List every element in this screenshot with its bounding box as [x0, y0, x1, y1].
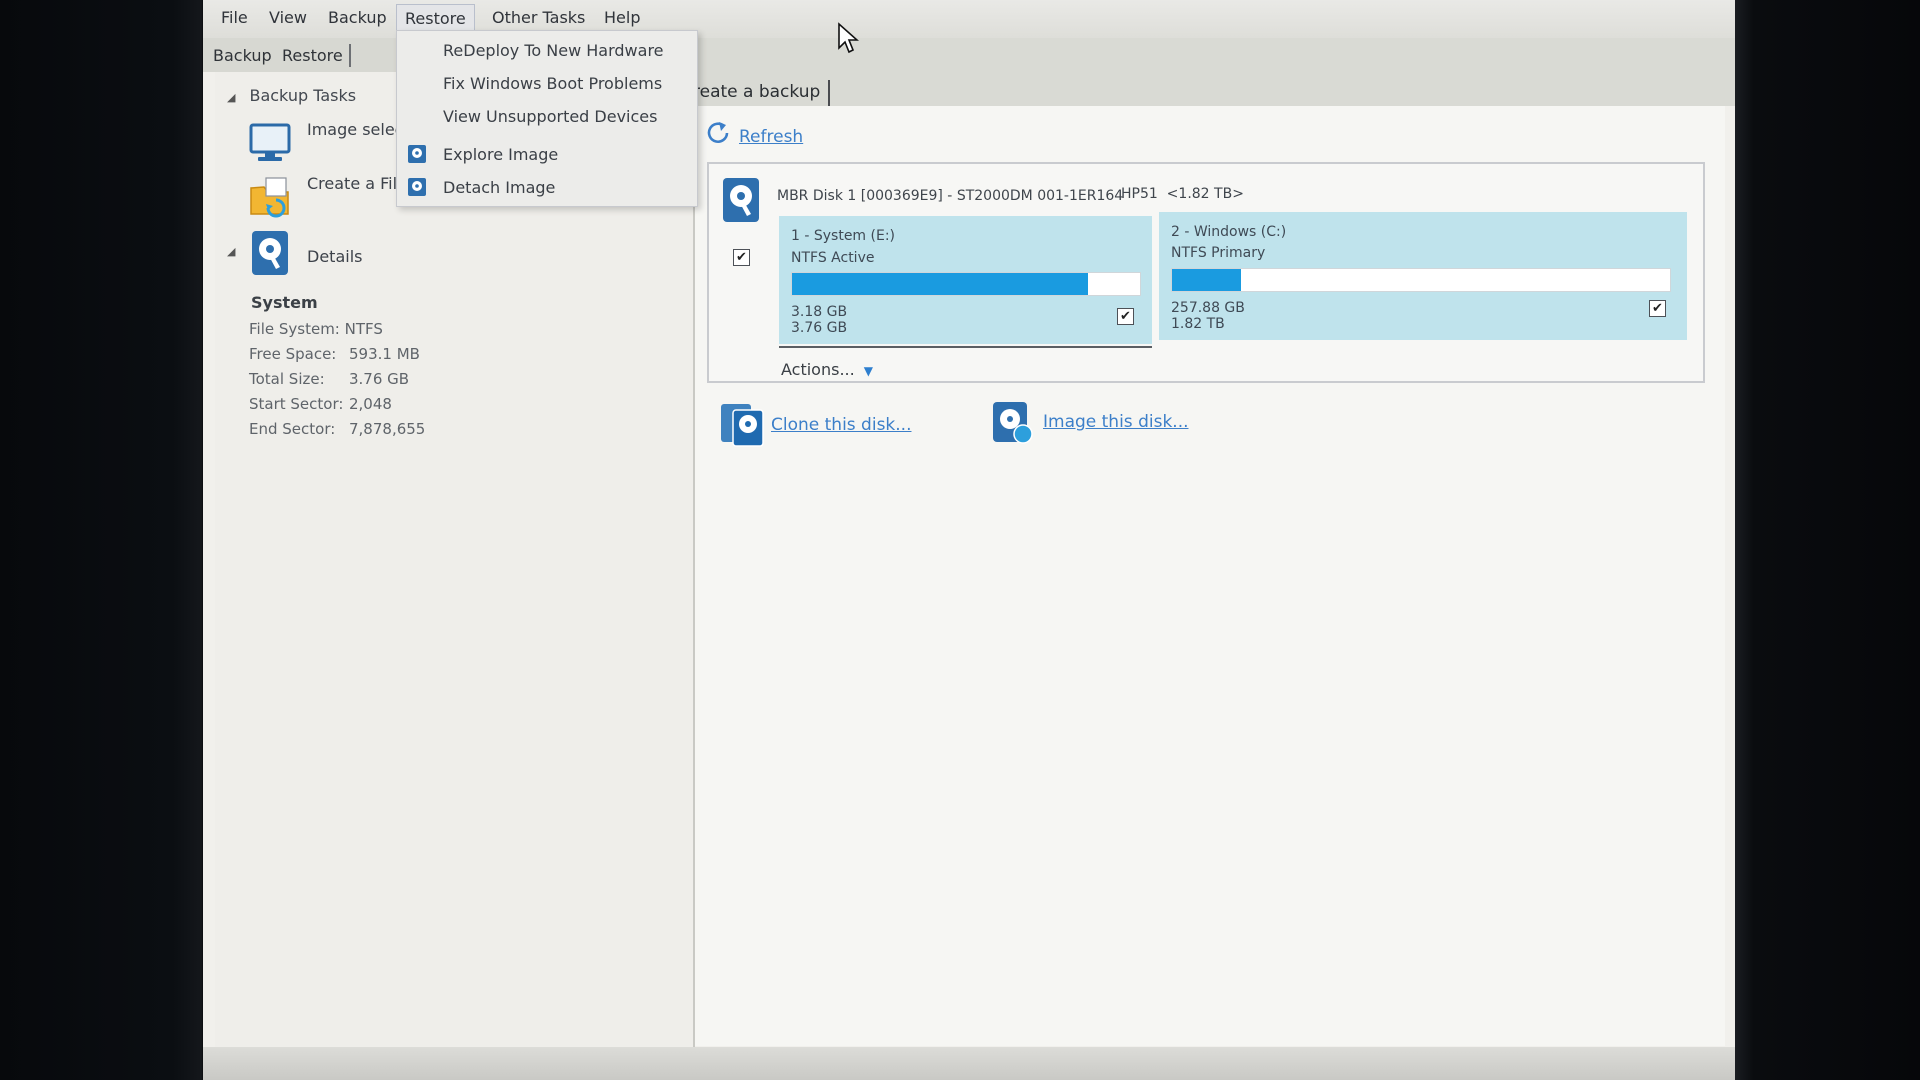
tab-restore[interactable]: Restore — [276, 44, 351, 67]
image-disk-icon[interactable] — [991, 400, 1035, 446]
usage-bar — [791, 272, 1141, 296]
details-free-space: Free Space: 593.1 MB — [249, 345, 420, 363]
menu-item-redeploy[interactable]: ReDeploy To New Hardware — [443, 41, 664, 60]
disk-panel: MBR Disk 1 [000369E9] - ST2000DM 001-1ER… — [707, 162, 1705, 383]
restore-menu-dropdown: ReDeploy To New Hardware Fix Windows Boo… — [396, 30, 698, 207]
collapse-triangle-icon: ◢ — [227, 245, 236, 258]
monitor-icon — [249, 123, 291, 161]
partition-name: 2 - Windows (C:) — [1171, 224, 1287, 240]
disk-title: MBR Disk 1 [000369E9] - ST2000DM 001-1ER… — [777, 188, 1124, 204]
tab-backup[interactable]: Backup — [207, 44, 278, 67]
partition-total: 1.82 TB — [1171, 316, 1225, 332]
partition-system[interactable]: 1 - System (E:) NTFS Active 3.18 GB 3.76… — [779, 216, 1152, 344]
details-start-sector: Start Sector: 2,048 — [249, 395, 392, 413]
disk-image-icon — [723, 178, 759, 222]
image-disk-link[interactable]: Image this disk... — [1043, 412, 1189, 432]
monitor-bezel-right — [1735, 0, 1920, 1080]
usage-bar-fill — [792, 273, 1088, 295]
menu-item-detach-image[interactable]: Detach Image — [443, 178, 555, 197]
collapse-triangle-icon: ◢ — [227, 91, 236, 104]
partition-windows[interactable]: 2 - Windows (C:) NTFS Primary 257.88 GB … — [1159, 212, 1687, 340]
menu-backup[interactable]: Backup — [325, 8, 390, 27]
disk-info: HP51 <1.82 TB> — [1121, 186, 1244, 202]
disk-image-icon — [408, 145, 426, 163]
disk-image-icon — [252, 231, 288, 275]
refresh-icon[interactable] — [705, 120, 731, 146]
menu-other-tasks[interactable]: Other Tasks — [489, 8, 588, 27]
partition-checkbox[interactable]: ✔ — [1649, 300, 1666, 317]
partition-total: 3.76 GB — [791, 320, 848, 336]
partition-type: NTFS Primary — [1171, 245, 1266, 261]
left-pane: ◢ Backup Tasks Image select Create a File… — [215, 72, 695, 1047]
chevron-down-icon: ▼ — [863, 364, 874, 378]
partition-checkbox[interactable]: ✔ — [1117, 308, 1134, 325]
folder-backup-icon — [250, 177, 289, 218]
menu-item-fix-boot[interactable]: Fix Windows Boot Problems — [443, 74, 662, 93]
clone-disk-link[interactable]: Clone this disk... — [771, 415, 911, 435]
actions-dropdown[interactable]: Actions... ▼ — [781, 360, 873, 379]
status-bar — [203, 1047, 1735, 1080]
usage-bar — [1171, 268, 1671, 292]
menu-help[interactable]: Help — [601, 8, 643, 27]
right-pane: Refresh MBR Disk 1 [000369E9] - ST2000DM… — [693, 106, 1725, 1046]
menu-view[interactable]: View — [266, 8, 310, 27]
clone-disk-icon[interactable] — [719, 402, 765, 448]
partition-used: 257.88 GB — [1171, 300, 1245, 316]
menu-item-unsupported-devices[interactable]: View Unsupported Devices — [443, 107, 657, 126]
usage-bar-fill — [1172, 269, 1241, 291]
partition-underline — [779, 346, 1152, 348]
task-image-select[interactable]: Image select — [307, 120, 410, 139]
refresh-link[interactable]: Refresh — [739, 127, 803, 147]
details-heading: System — [251, 293, 318, 312]
menu-file[interactable]: File — [218, 8, 251, 27]
partition-used: 3.18 GB — [791, 304, 848, 320]
task-create-file[interactable]: Create a File — [307, 174, 407, 193]
details-end-sector: End Sector: 7,878,655 — [249, 420, 426, 438]
disk-checkbox[interactable]: ✔ — [733, 249, 750, 266]
details-title: Details — [307, 247, 363, 266]
details-header[interactable]: ◢ — [227, 240, 249, 259]
details-file-system: File System: NTFS — [249, 320, 383, 338]
disk-image-icon — [408, 178, 426, 196]
menu-item-explore-image[interactable]: Explore Image — [443, 145, 558, 164]
partition-name: 1 - System (E:) — [791, 228, 896, 244]
details-total-size: Total Size: 3.76 GB — [249, 370, 410, 388]
partition-type: NTFS Active — [791, 250, 875, 266]
mouse-cursor-icon — [838, 22, 859, 54]
application-window: File View Backup Restore Other Tasks Hel… — [203, 0, 1735, 1080]
backup-tasks-header[interactable]: ◢ Backup Tasks — [227, 86, 356, 105]
